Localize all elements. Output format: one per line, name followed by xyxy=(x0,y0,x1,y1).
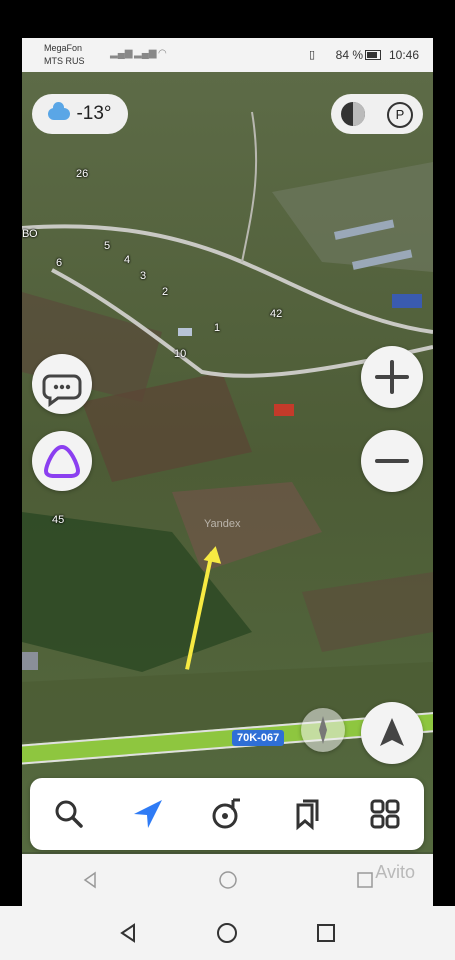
location-arrow-icon xyxy=(380,718,404,746)
my-location-button[interactable] xyxy=(361,702,423,764)
map-layers-group: P xyxy=(331,94,423,134)
battery-percent: 84 % xyxy=(335,48,363,62)
search-icon xyxy=(55,800,84,828)
inner-nav-bar xyxy=(22,854,433,906)
cloud-icon xyxy=(48,102,71,120)
bookmarks-button[interactable] xyxy=(281,789,331,839)
services-button[interactable] xyxy=(360,789,410,839)
back-icon[interactable] xyxy=(117,921,141,945)
recents-icon[interactable] xyxy=(314,921,338,945)
map-label: 1 xyxy=(214,322,221,334)
navigation-icon xyxy=(134,800,163,828)
home-icon[interactable] xyxy=(218,870,238,890)
map-label: 4 xyxy=(124,254,131,266)
home-icon[interactable] xyxy=(215,921,239,945)
plus-icon xyxy=(375,360,409,394)
temperature: -13° xyxy=(76,103,112,124)
recents-icon[interactable] xyxy=(355,870,375,890)
signal-icon: ▂▄▆ xyxy=(134,48,157,59)
search-button[interactable] xyxy=(44,789,94,839)
wifi-icon: ◠ xyxy=(158,48,167,59)
phone-screen: MegaFon MTS RUS ▂▄▆ ▂▄▆ ◠ ▯ 84 % 10:46 2… xyxy=(22,38,433,906)
avito-watermark: Avito xyxy=(375,862,415,882)
road-number-badge: 70K-067 xyxy=(232,730,285,746)
map-label: 5 xyxy=(104,240,111,252)
map-label: 6 xyxy=(56,257,63,269)
map-label: 42 xyxy=(270,308,283,320)
carrier-1: MegaFon xyxy=(44,43,83,53)
map-label: ВО xyxy=(22,228,38,240)
zoom-out-button[interactable] xyxy=(361,430,423,492)
back-icon[interactable] xyxy=(81,870,101,890)
music-icon xyxy=(212,798,240,829)
parking-icon[interactable]: P xyxy=(387,102,413,128)
bottom-toolbar xyxy=(30,778,424,850)
layers-icon[interactable] xyxy=(341,102,365,126)
map-label: 26 xyxy=(76,168,89,180)
map-label: 45 xyxy=(52,514,65,526)
alice-icon xyxy=(43,444,81,479)
music-button[interactable] xyxy=(202,789,252,839)
carrier-2: MTS RUS xyxy=(44,56,85,66)
chat-icon xyxy=(42,374,82,407)
map-label: 2 xyxy=(162,286,169,298)
compass-icon xyxy=(319,716,327,744)
yellow-arrow-head xyxy=(203,544,225,564)
vibrate-icon: ▯ xyxy=(308,49,315,61)
minus-icon xyxy=(375,459,409,463)
bookmarks-icon xyxy=(296,799,319,831)
weather-widget[interactable]: -13° xyxy=(32,94,128,134)
map-watermark: Yandex xyxy=(204,518,241,530)
alice-assistant-button[interactable] xyxy=(32,431,92,491)
zoom-in-button[interactable] xyxy=(361,346,423,408)
chat-button[interactable] xyxy=(32,354,92,414)
map-label: 3 xyxy=(140,270,147,282)
map-label: 10 xyxy=(174,348,187,360)
navigator-button[interactable] xyxy=(123,789,173,839)
system-nav-bar xyxy=(0,906,455,960)
services-icon xyxy=(370,799,400,829)
battery-icon xyxy=(365,50,381,60)
status-bar: MegaFon MTS RUS ▂▄▆ ▂▄▆ ◠ ▯ 84 % 10:46 xyxy=(22,38,433,72)
compass-button[interactable] xyxy=(301,708,345,752)
signal-icon: ▂▄▆ xyxy=(110,48,133,59)
clock: 10:46 xyxy=(388,48,419,62)
